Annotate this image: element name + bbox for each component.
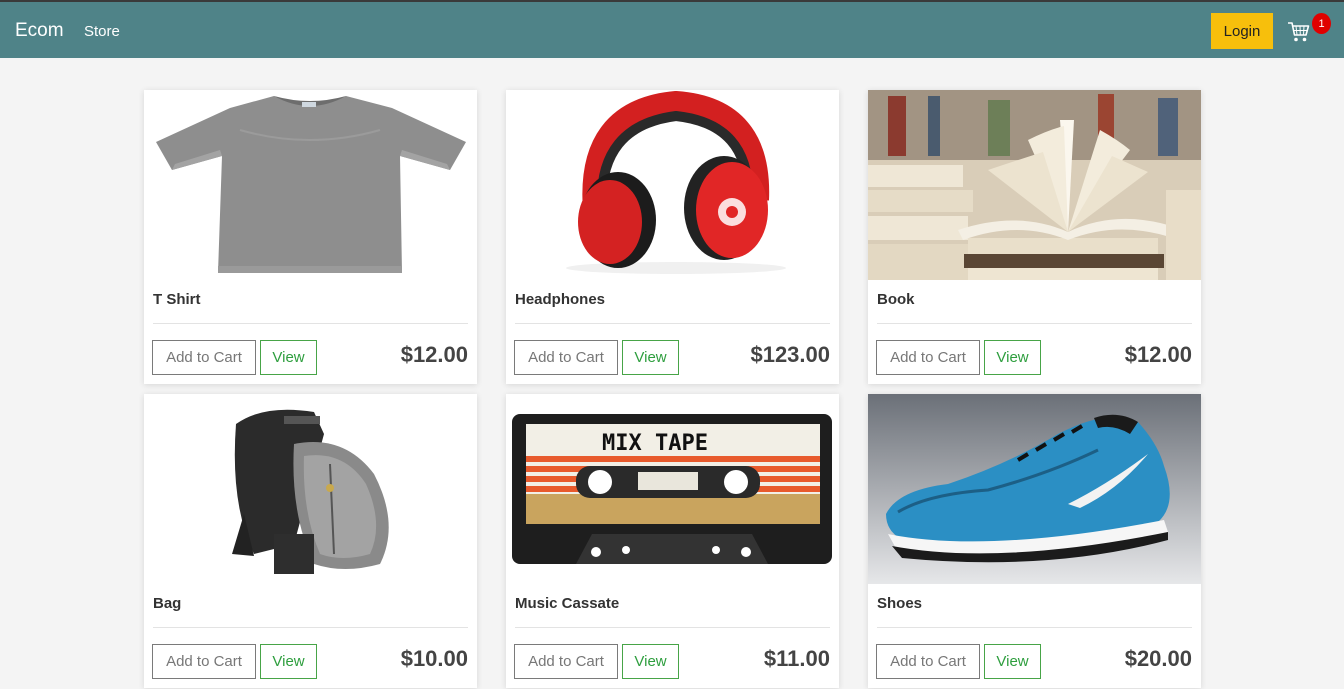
product-title: Bag: [153, 595, 182, 612]
view-button[interactable]: View: [260, 644, 317, 679]
product-price: $10.00: [400, 646, 468, 671]
product-price: $20.00: [1124, 646, 1192, 671]
product-title: Book: [877, 291, 915, 308]
view-button[interactable]: View: [622, 644, 679, 679]
tshirt-image[interactable]: [144, 90, 477, 280]
product-card: Book Add to Cart View $12.00: [868, 90, 1201, 384]
card-divider: [153, 627, 468, 628]
product-card: Headphones Add to Cart View $123.00: [506, 90, 839, 384]
nav-store-link[interactable]: Store: [84, 23, 120, 40]
view-button[interactable]: View: [622, 340, 679, 375]
cart-count-badge: 1: [1312, 13, 1331, 34]
card-divider: [515, 323, 830, 324]
card-divider: [877, 323, 1192, 324]
book-image[interactable]: [868, 90, 1201, 280]
card-divider: [877, 627, 1192, 628]
add-to-cart-button[interactable]: Add to Cart: [876, 340, 980, 375]
product-card: Bag Add to Cart View $10.00: [144, 394, 477, 688]
add-to-cart-button[interactable]: Add to Cart: [152, 644, 256, 679]
product-price: $11.00: [763, 646, 830, 671]
view-button[interactable]: View: [984, 644, 1041, 679]
backpack-image[interactable]: [144, 394, 477, 584]
product-price: $123.00: [750, 342, 830, 367]
product-price: $12.00: [400, 342, 468, 367]
add-to-cart-button[interactable]: Add to Cart: [514, 340, 618, 375]
cassette-tape-image[interactable]: MIX TAPE: [506, 394, 839, 584]
product-card: Shoes Add to Cart View $20.00: [868, 394, 1201, 688]
add-to-cart-button[interactable]: Add to Cart: [876, 644, 980, 679]
cassette-label-text: MIX TAPE: [602, 431, 708, 456]
product-title: Music Cassate: [515, 595, 620, 612]
product-card: T Shirt Add to Cart View $12.00: [144, 90, 477, 384]
add-to-cart-button[interactable]: Add to Cart: [514, 644, 618, 679]
sneaker-image[interactable]: [868, 394, 1201, 584]
view-button[interactable]: View: [984, 340, 1041, 375]
view-button[interactable]: View: [260, 340, 317, 375]
navbar: Ecom Store Login 1: [0, 0, 1344, 58]
product-price: $12.00: [1124, 342, 1192, 367]
product-card: MIX TAPE Music Cassate Add to Cart View …: [506, 394, 839, 688]
product-title: Headphones: [515, 291, 606, 308]
product-title: T Shirt: [153, 291, 201, 308]
add-to-cart-button[interactable]: Add to Cart: [152, 340, 256, 375]
card-divider: [153, 323, 468, 324]
card-divider: [515, 627, 830, 628]
headphones-image[interactable]: [506, 90, 839, 280]
cart-icon[interactable]: [1287, 20, 1311, 44]
login-button[interactable]: Login: [1211, 13, 1273, 49]
product-title: Shoes: [877, 595, 923, 612]
brand-logo[interactable]: Ecom: [15, 20, 64, 42]
